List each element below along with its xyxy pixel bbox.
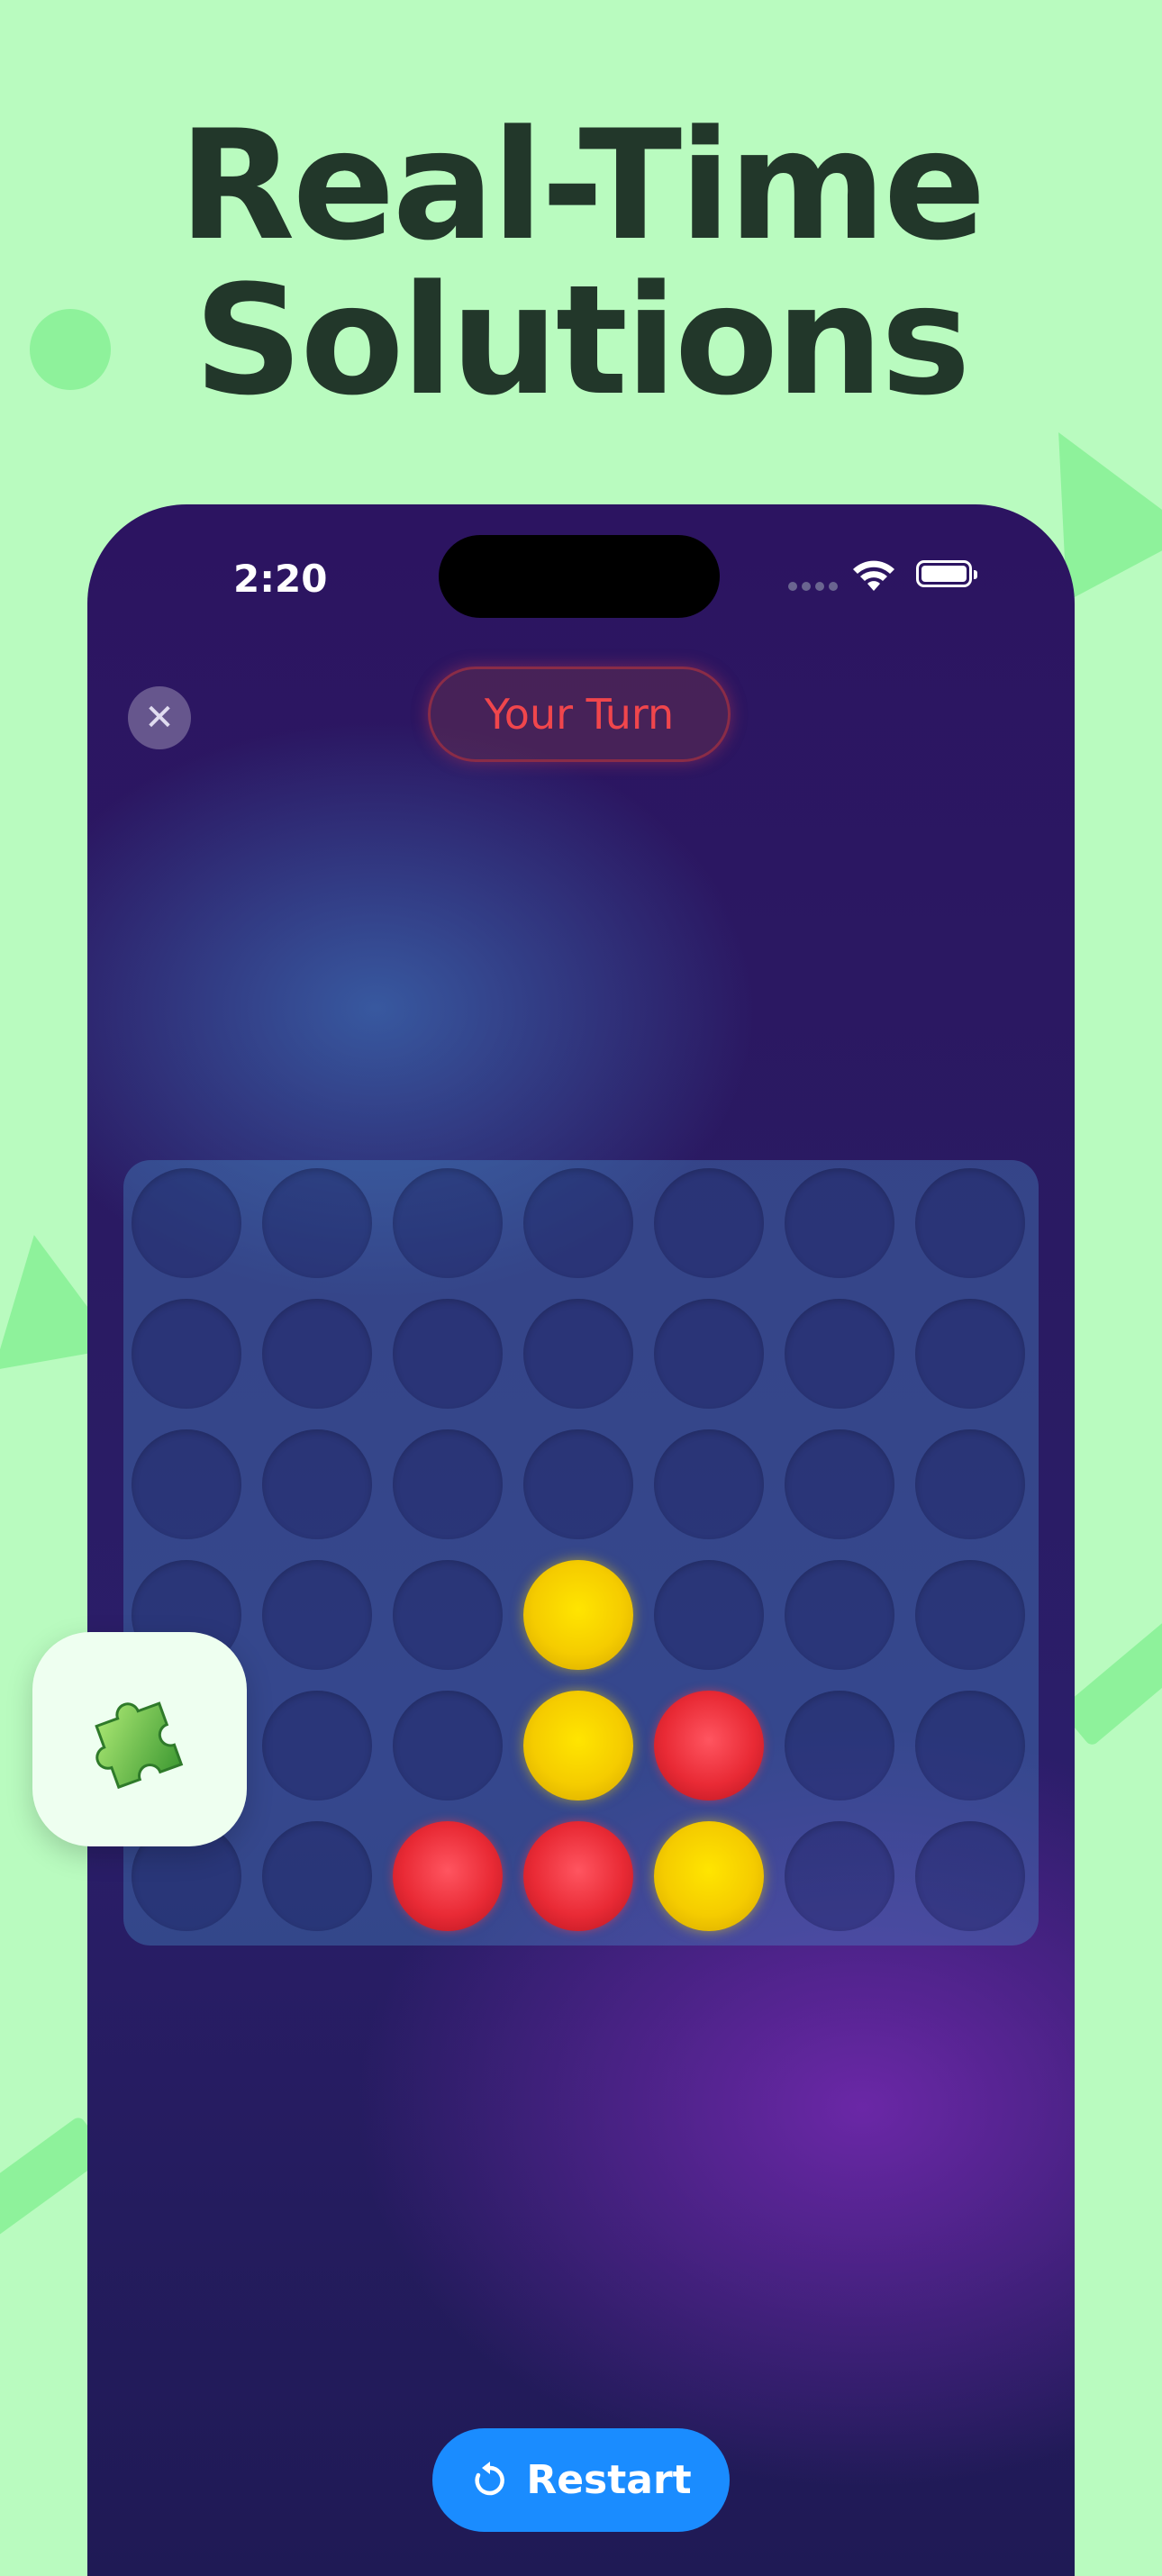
board-slot[interactable] (132, 1168, 241, 1278)
yellow-piece[interactable] (523, 1560, 633, 1670)
board-slot[interactable] (262, 1560, 372, 1670)
board-slot[interactable] (785, 1821, 894, 1931)
yellow-piece[interactable] (654, 1821, 764, 1931)
board-slot[interactable] (132, 1429, 241, 1539)
board-slot[interactable] (915, 1429, 1025, 1539)
dynamic-island (439, 535, 720, 618)
board-slot[interactable] (262, 1821, 372, 1931)
headline-line-2: Solutions (194, 252, 971, 429)
board-slot[interactable] (785, 1691, 894, 1800)
red-piece[interactable] (523, 1821, 633, 1931)
board-slot[interactable] (262, 1299, 372, 1409)
board-slot[interactable] (915, 1168, 1025, 1278)
yellow-piece[interactable] (523, 1691, 633, 1800)
turn-label: Your Turn (484, 690, 675, 739)
restart-icon (475, 2461, 505, 2495)
headline: Real-Time Solutions (0, 108, 1162, 418)
board-slot[interactable] (523, 1299, 633, 1409)
board-slot[interactable] (915, 1821, 1025, 1931)
board-slot[interactable] (915, 1299, 1025, 1409)
red-piece[interactable] (393, 1821, 503, 1931)
decorative-bar (1059, 1617, 1162, 1747)
status-time: 2:20 (233, 557, 328, 601)
board-slot[interactable] (785, 1299, 894, 1409)
board-slot[interactable] (915, 1560, 1025, 1670)
board-slot[interactable] (654, 1429, 764, 1539)
board-slot[interactable] (915, 1691, 1025, 1800)
close-icon: ✕ (144, 697, 175, 739)
board-slot[interactable] (262, 1429, 372, 1539)
board-slot[interactable] (262, 1691, 372, 1800)
turn-indicator: Your Turn (428, 667, 731, 762)
phone-screen: 2:20 ✕ Your Turn Restart (87, 504, 1075, 2576)
board-slot[interactable] (393, 1299, 503, 1409)
board-slot[interactable] (523, 1429, 633, 1539)
board-slot[interactable] (132, 1299, 241, 1409)
restart-button[interactable]: Restart (432, 2428, 730, 2532)
restart-label: Restart (526, 2457, 692, 2503)
board-slot[interactable] (654, 1299, 764, 1409)
board-slot[interactable] (262, 1168, 372, 1278)
app-icon (32, 1632, 247, 1846)
close-button[interactable]: ✕ (128, 686, 191, 749)
headline-line-1: Real-Time (178, 97, 985, 274)
board-slot[interactable] (523, 1168, 633, 1278)
board-slot[interactable] (393, 1168, 503, 1278)
cellular-signal-icon (788, 582, 838, 591)
wifi-icon (853, 560, 894, 591)
board-slot[interactable] (785, 1429, 894, 1539)
board-slot[interactable] (785, 1168, 894, 1278)
board-slot[interactable] (654, 1168, 764, 1278)
battery-icon (916, 560, 977, 587)
board-slot[interactable] (393, 1429, 503, 1539)
board-slot[interactable] (393, 1560, 503, 1670)
board-slot[interactable] (785, 1560, 894, 1670)
game-board[interactable] (123, 1160, 1039, 1946)
puzzle-piece-icon (95, 1701, 184, 1790)
red-piece[interactable] (654, 1691, 764, 1800)
board-slot[interactable] (393, 1691, 503, 1800)
board-slot[interactable] (654, 1560, 764, 1670)
